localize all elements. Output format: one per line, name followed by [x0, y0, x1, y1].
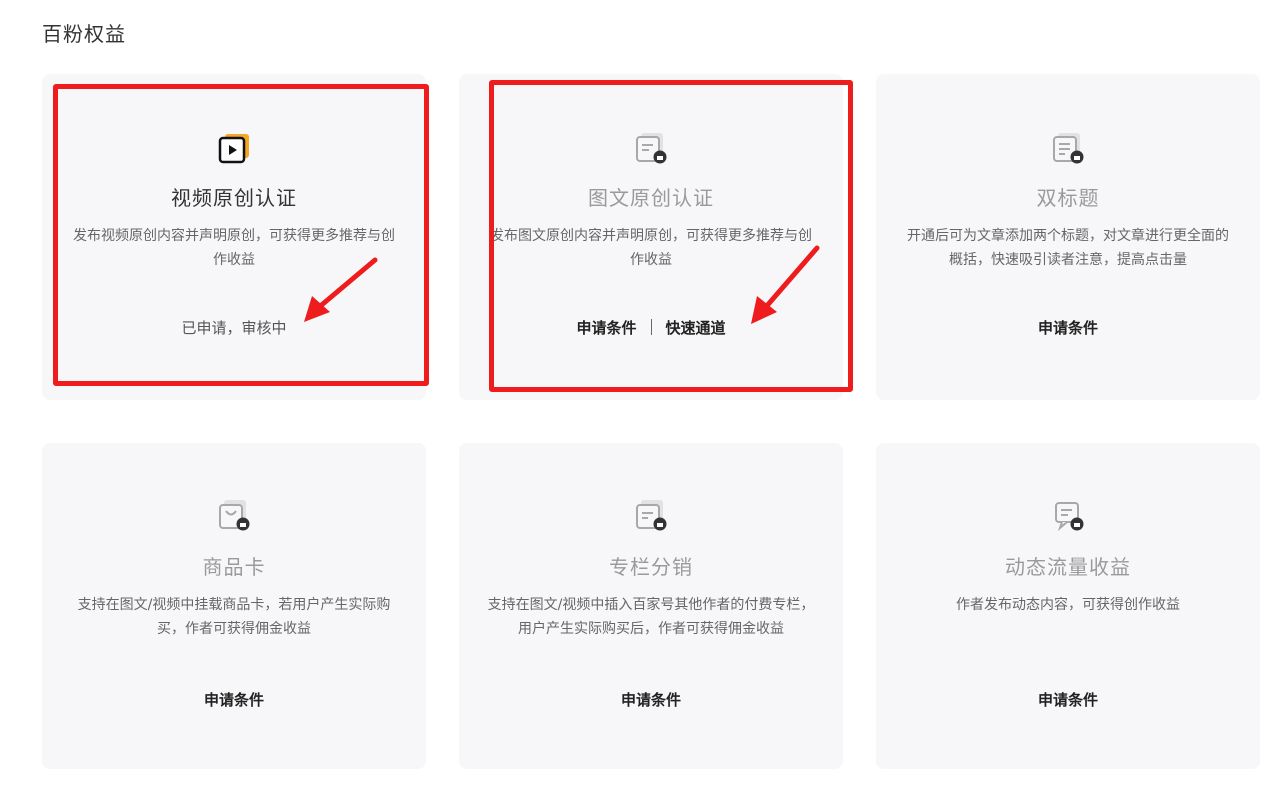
card-description: 发布图文原创内容并声明原创，可获得更多推荐与创作收益 — [490, 228, 812, 268]
column-lock-icon — [636, 500, 667, 531]
article-lock-icon — [636, 133, 667, 164]
status-text: 已申请，审核中 — [181, 319, 287, 337]
apply-conditions-link[interactable]: 申请条件 — [1038, 319, 1098, 337]
apply-conditions-link[interactable]: 申请条件 — [576, 319, 636, 337]
video-play-icon — [218, 134, 249, 164]
shopping-bag-lock-icon — [219, 500, 250, 531]
apply-conditions-link[interactable]: 申请条件 — [1038, 691, 1098, 709]
card-title: 商品卡 — [202, 555, 266, 579]
card-title: 动态流量收益 — [1005, 555, 1131, 579]
card-title: 双标题 — [1036, 186, 1100, 210]
card-article-original: 图文原创认证 发布图文原创内容并声明原创，可获得更多推荐与创作收益 申请条件 快速… — [459, 74, 843, 400]
apply-conditions-link[interactable]: 申请条件 — [621, 691, 681, 709]
card-description: 支持在图文/视频中挂载商品卡，若用户产生实际购买，作者可获得佣金收益 — [77, 597, 391, 637]
card-description: 发布视频原创内容并声明原创，可获得更多推荐与创作收益 — [73, 228, 395, 268]
divider — [650, 319, 652, 335]
card-title: 视频原创认证 — [171, 186, 297, 210]
card-description: 作者发布动态内容，可获得创作收益 — [956, 597, 1180, 613]
fast-track-link[interactable]: 快速通道 — [666, 319, 726, 337]
card-dynamic-traffic: 动态流量收益 作者发布动态内容，可获得创作收益 申请条件 — [876, 443, 1260, 769]
card-title: 专栏分销 — [609, 555, 693, 579]
card-column-distribution: 专栏分销 支持在图文/视频中插入百家号其他作者的付费专栏，用户产生实际购买后，作… — [459, 443, 843, 769]
card-description: 开通后可为文章添加两个标题，对文章进行更全面的概括，快速吸引读者注意，提高点击量 — [907, 228, 1229, 268]
card-product-card: 商品卡 支持在图文/视频中挂载商品卡，若用户产生实际购买，作者可获得佣金收益 申… — [42, 443, 426, 769]
card-title: 图文原创认证 — [588, 186, 714, 210]
page-title: 百粉权益 — [42, 22, 126, 46]
dynamic-lock-icon — [1055, 502, 1084, 532]
card-double-title: 双标题 开通后可为文章添加两个标题，对文章进行更全面的概括，快速吸引读者注意，提… — [876, 74, 1260, 400]
card-description: 支持在图文/视频中插入百家号其他作者的付费专栏，用户产生实际购买后，作者可获得佣… — [487, 597, 815, 637]
card-video-original: 视频原创认证 发布视频原创内容并声明原创，可获得更多推荐与创作收益 已申请，审核… — [42, 74, 426, 400]
apply-conditions-link[interactable]: 申请条件 — [204, 691, 264, 709]
double-title-lock-icon — [1053, 133, 1084, 164]
